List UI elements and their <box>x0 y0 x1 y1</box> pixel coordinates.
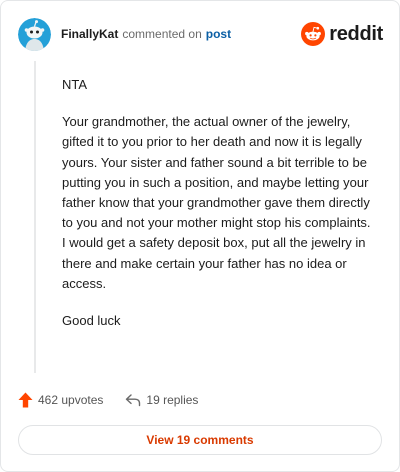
upvote-arrow-icon <box>18 392 33 408</box>
reply-count: 19 replies <box>146 393 199 407</box>
comment-header: FinallyKat commented on post reddit <box>18 17 383 51</box>
snoo-avatar-icon[interactable] <box>18 17 51 51</box>
comment-author[interactable]: FinallyKat <box>61 27 118 41</box>
thread-line <box>34 61 36 373</box>
view-comments-button[interactable]: View 19 comments <box>18 425 382 455</box>
upvote-button[interactable]: 462 upvotes <box>18 392 103 408</box>
reddit-wordmark: reddit <box>329 22 383 45</box>
comment-actions: 462 upvotes 19 replies <box>18 389 220 411</box>
reddit-snoo-icon <box>301 22 326 46</box>
comment-paragraph: NTA <box>62 77 88 92</box>
comment-body: NTA Your grandmother, the actual owner o… <box>62 75 374 348</box>
comment-action-text: commented on <box>122 27 202 41</box>
comment-meta: FinallyKat commented on post <box>61 27 231 41</box>
reply-arrow-icon <box>126 394 141 407</box>
comment-card: FinallyKat commented on post reddit NTA … <box>0 0 400 472</box>
comment-paragraph: Good luck <box>62 313 121 329</box>
upvote-count: 462 upvotes <box>38 393 104 407</box>
reddit-logo[interactable]: reddit <box>301 22 383 46</box>
reply-button[interactable]: 19 replies <box>125 393 198 407</box>
comment-paragraph: Your grandmother, the actual owner of th… <box>62 114 371 291</box>
post-link[interactable]: post <box>206 27 231 41</box>
